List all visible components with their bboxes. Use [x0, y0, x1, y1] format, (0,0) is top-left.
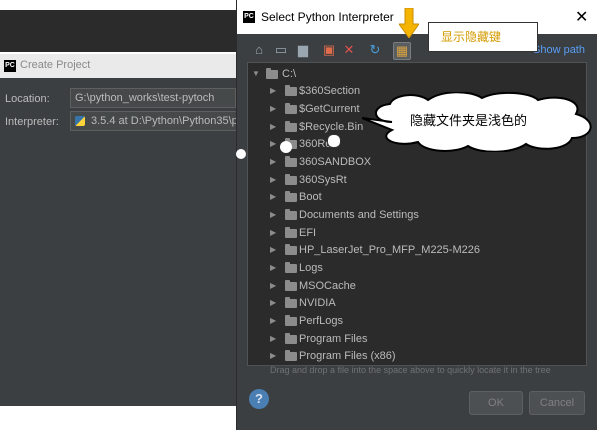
tree-item-label: NVIDIA [299, 297, 336, 309]
collapsed-arrow-icon[interactable]: ▶ [270, 241, 276, 259]
tree-row[interactable]: ▶ EFI [248, 224, 578, 242]
tree-row[interactable]: ▶ Boot [248, 188, 578, 206]
folder-icon [285, 121, 297, 132]
collapsed-arrow-icon[interactable]: ▶ [270, 188, 276, 206]
tree-row[interactable]: ▶ HP_LaserJet_Pro_MFP_M225-M226 [248, 241, 578, 259]
help-icon[interactable]: ? [249, 389, 269, 409]
folder-icon [285, 227, 297, 238]
folder-icon [285, 297, 297, 308]
show-hidden-icon[interactable]: ▦ [393, 42, 411, 60]
project-icon[interactable]: ▆ [295, 42, 311, 58]
collapsed-arrow-icon[interactable]: ▶ [270, 118, 276, 136]
tree-item-label: Logs [299, 262, 323, 274]
tree-item-label: Documents and Settings [299, 209, 419, 221]
tree-row[interactable]: ▶ Logs [248, 259, 578, 277]
tree-row[interactable]: ▶ NVIDIA [248, 294, 578, 312]
annotation-dot [280, 141, 292, 153]
folder-icon [285, 191, 297, 202]
pycharm-logo-icon: PC [243, 11, 255, 23]
tree-row[interactable]: ▶ MSOCache [248, 277, 578, 295]
folder-icon [285, 280, 297, 291]
tree-item-label: Program Files (x86) [299, 350, 396, 362]
tree-item-label: Boot [299, 191, 322, 203]
refresh-icon[interactable]: ↻ [367, 42, 383, 58]
folder-icon [285, 209, 297, 220]
close-icon[interactable]: ✕ [575, 7, 588, 27]
collapsed-arrow-icon[interactable]: ▶ [270, 135, 276, 153]
collapsed-arrow-icon[interactable]: ▶ [270, 312, 276, 330]
create-project-titlebar: PC Create Project [0, 54, 236, 78]
expanded-arrow-icon[interactable]: ▼ [252, 65, 260, 83]
tree-item-label: PerfLogs [299, 315, 344, 327]
dialog-title: Select Python Interpreter [261, 10, 394, 24]
folder-icon [285, 244, 297, 255]
collapsed-arrow-icon[interactable]: ▶ [270, 100, 276, 118]
drive-icon [266, 68, 278, 79]
folder-icon [285, 315, 297, 326]
tree-item-label: $360Section [299, 85, 361, 97]
tree-item-label: HP_LaserJet_Pro_MFP_M225-M226 [299, 244, 480, 256]
folder-icon [285, 350, 297, 361]
collapsed-arrow-icon[interactable]: ▶ [270, 347, 276, 365]
collapsed-arrow-icon[interactable]: ▶ [270, 294, 276, 312]
new-folder-icon[interactable]: ▣ [321, 42, 337, 58]
tree-item-label: MSOCache [299, 280, 356, 292]
folder-icon [285, 103, 297, 114]
folder-icon [285, 333, 297, 344]
annotation-dot [236, 149, 246, 159]
annotation-arrow-icon [399, 8, 419, 38]
collapsed-arrow-icon[interactable]: ▶ [270, 277, 276, 295]
interpreter-value: 3.5.4 at D:\Python\Python35\p [91, 115, 238, 127]
tree-item-label: 360SysRt [299, 174, 347, 186]
tree-item-label: EFI [299, 227, 317, 239]
pycharm-logo-icon: PC [4, 60, 16, 72]
tree-row[interactable]: ▶ PerfLogs [248, 312, 578, 330]
collapsed-arrow-icon[interactable]: ▶ [270, 171, 276, 189]
annotation-hidden-light: 隐藏文件夹是浅色的 [410, 113, 528, 128]
folder-icon [285, 156, 297, 167]
tree-item-label: $GetCurrent [299, 103, 360, 115]
annotation-show-hidden: 显示隐藏键 [428, 22, 538, 52]
tree-item-label: Program Files [299, 333, 368, 345]
delete-icon[interactable]: ✕ [341, 42, 357, 58]
annotation-dot [327, 134, 341, 148]
background-top-strip [0, 0, 236, 10]
tree-row[interactable]: ▶ Documents and Settings [248, 206, 578, 224]
show-path-link[interactable]: Show path [533, 44, 585, 56]
folder-icon [285, 85, 297, 96]
python-icon [75, 116, 85, 126]
tree-row[interactable]: ▶ Program Files [248, 330, 578, 348]
tree-row[interactable]: ▶ 360SANDBOX [248, 153, 578, 171]
tree-item-label: C:\ [282, 68, 297, 80]
cancel-button[interactable]: Cancel [529, 391, 585, 415]
location-label: Location: [5, 93, 50, 105]
tree-row-root[interactable]: ▼ C:\ [248, 65, 578, 83]
collapsed-arrow-icon[interactable]: ▶ [270, 206, 276, 224]
collapsed-arrow-icon[interactable]: ▶ [270, 330, 276, 348]
folder-icon [285, 174, 297, 185]
background-bottom-strip [0, 406, 236, 431]
create-project-dialog: PC Create Project Location: G:\python_wo… [0, 54, 252, 406]
create-project-title: Create Project [20, 59, 91, 71]
ok-button[interactable]: OK [469, 391, 523, 415]
collapsed-arrow-icon[interactable]: ▶ [270, 224, 276, 242]
drag-drop-hint: Drag and drop a file into the space abov… [270, 365, 551, 375]
location-field[interactable]: G:\python_works\test-pytoch [70, 88, 236, 108]
interpreter-label: Interpreter: [5, 116, 59, 128]
folder-icon [285, 262, 297, 273]
desktop-icon[interactable]: ▭ [273, 42, 289, 58]
tree-row[interactable]: ▶ Program Files (x86) [248, 347, 578, 365]
collapsed-arrow-icon[interactable]: ▶ [270, 259, 276, 277]
collapsed-arrow-icon[interactable]: ▶ [270, 153, 276, 171]
tree-item-label: 360SANDBOX [299, 156, 372, 168]
collapsed-arrow-icon[interactable]: ▶ [270, 82, 276, 100]
home-icon[interactable]: ⌂ [251, 42, 267, 58]
interpreter-field[interactable]: 3.5.4 at D:\Python\Python35\p [70, 111, 252, 131]
tree-row[interactable]: ▶ 360SysRt [248, 171, 578, 189]
select-interpreter-dialog: PC Select Python Interpreter ✕ ⌂ ▭ ▆ ▣ ✕… [236, 0, 597, 430]
